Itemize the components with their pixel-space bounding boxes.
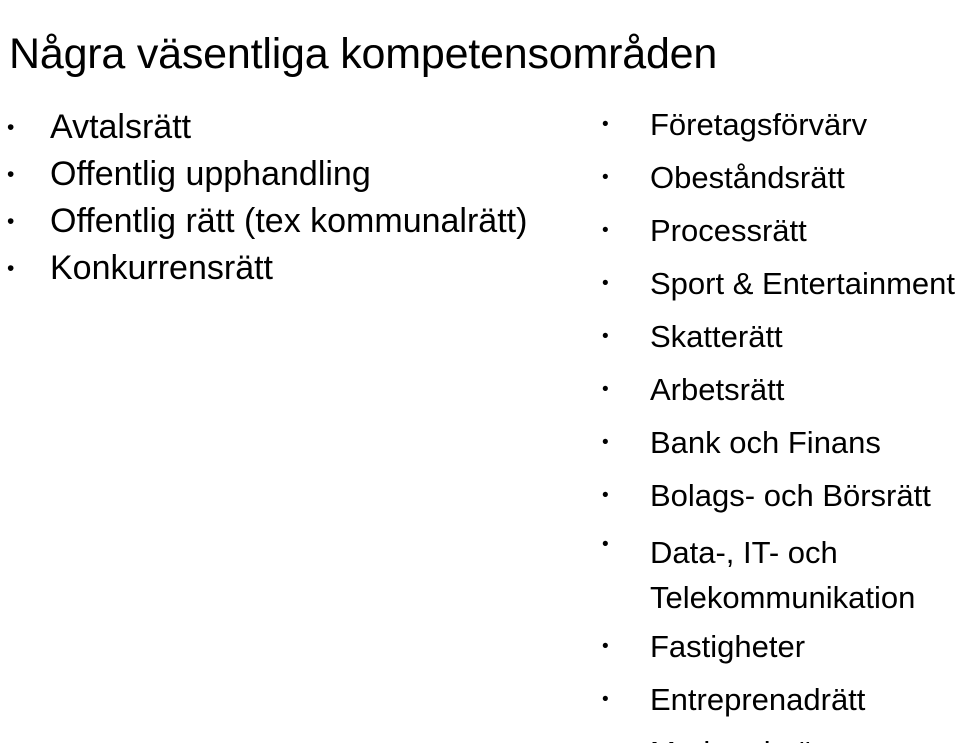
bullet-icon: •	[602, 689, 609, 710]
list-item: • Data-, IT- och Telekommunikation	[602, 522, 960, 620]
list-item: • Entreprenadrätt	[602, 673, 960, 726]
bullet-icon: •	[602, 220, 609, 241]
list-item: • Sport & Entertainment	[602, 257, 960, 310]
list-item-label: Skatterätt	[650, 319, 783, 354]
list-item: • Skatterätt	[602, 310, 960, 363]
bullet-icon: •	[7, 257, 15, 280]
bullet-icon: •	[602, 273, 609, 294]
list-item: • Obeståndsrätt	[602, 151, 960, 204]
bullet-icon: •	[602, 485, 609, 506]
list-item-label: Marknadsrätt	[650, 726, 960, 743]
list-item: • Fastigheter	[602, 620, 960, 673]
list-item: • Bolags- och Börsrätt	[602, 469, 960, 522]
competence-list-right: • Företagsförvärv • Obeståndsrätt • Proc…	[602, 98, 960, 743]
bullet-icon: •	[602, 326, 609, 347]
list-item-label-line2: Telekommunikation	[650, 580, 916, 615]
list-item-label: Obeståndsrätt	[650, 160, 845, 195]
list-item-label: Företagsförvärv	[650, 107, 868, 142]
list-item-label: Arbetsrätt	[650, 372, 785, 407]
list-item-label: Entreprenadrätt	[650, 682, 866, 717]
list-item-label: Fastigheter	[650, 629, 806, 664]
list-item: • Avtalsrätt	[7, 104, 587, 151]
list-item: • Offentlig rätt (tex kommunalrätt)	[7, 198, 587, 245]
list-item-label: Data-, IT- och Telekommunikation	[650, 530, 960, 620]
list-item: • Arbetsrätt	[602, 363, 960, 416]
list-item-label: Avtalsrätt	[50, 108, 192, 146]
presentation-slide: Några väsentliga kompetensområden • Avta…	[0, 0, 960, 743]
list-item-label: Processrätt	[650, 213, 807, 248]
list-item-label: Konkurrensrätt	[50, 249, 273, 287]
bullet-icon: •	[602, 534, 609, 555]
list-item-label: Bolags- och Börsrätt	[650, 478, 931, 513]
bullet-icon: •	[7, 163, 15, 186]
list-item-label-line1: Data-, IT- och	[650, 535, 838, 570]
bullet-icon: •	[7, 210, 15, 233]
bullet-icon: •	[602, 636, 609, 657]
list-item: • Offentlig upphandling	[7, 151, 587, 198]
bullet-icon: •	[602, 379, 609, 400]
list-item-label: Offentlig upphandling	[50, 155, 371, 193]
page-title: Några väsentliga kompetensområden	[9, 29, 718, 78]
list-item: • Bank och Finans	[602, 416, 960, 469]
bullet-icon: •	[602, 432, 609, 453]
list-item: • Marknadsrätt	[602, 726, 960, 743]
list-item: • Processrätt	[602, 204, 960, 257]
list-item-label: Sport & Entertainment	[650, 266, 955, 301]
bullet-icon: •	[602, 167, 609, 188]
competence-list-left: • Avtalsrätt • Offentlig upphandling • O…	[7, 104, 587, 292]
list-item: • Företagsförvärv	[602, 98, 960, 151]
list-item-label: Bank och Finans	[650, 425, 881, 460]
bullet-icon: •	[7, 116, 15, 139]
list-item-label: Offentlig rätt (tex kommunalrätt)	[50, 202, 528, 240]
list-item: • Konkurrensrätt	[7, 245, 587, 292]
bullet-icon: •	[602, 114, 609, 135]
bullet-icon: •	[602, 726, 609, 743]
